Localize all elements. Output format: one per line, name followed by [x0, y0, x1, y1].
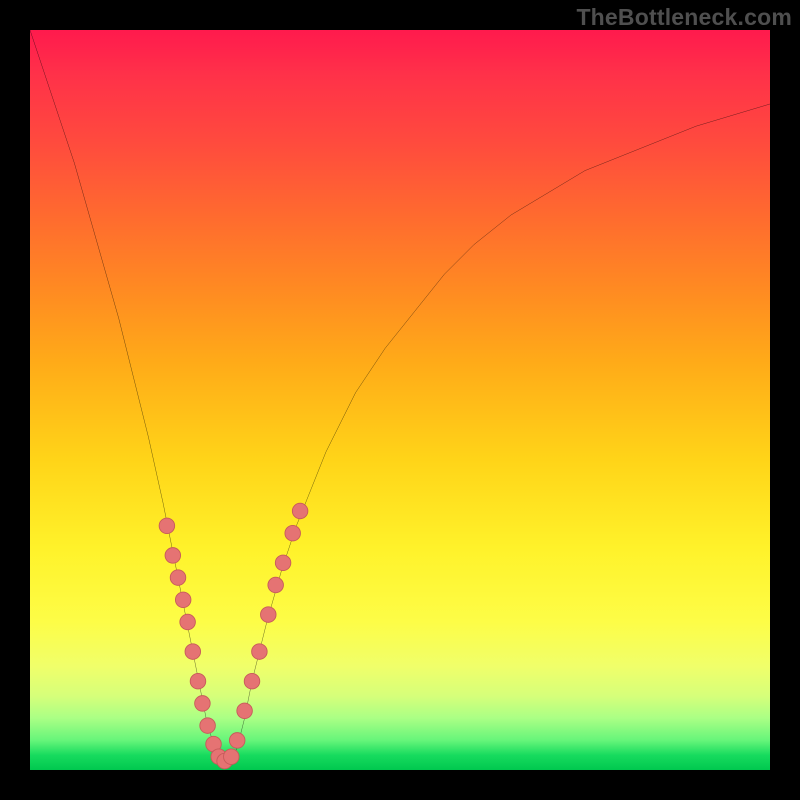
sample-dot: [170, 570, 186, 586]
sample-dot: [268, 577, 284, 593]
sample-dot: [200, 718, 216, 734]
sample-dot: [224, 749, 240, 765]
sample-dot: [244, 673, 260, 689]
sample-dot: [292, 503, 308, 519]
sample-dot: [180, 614, 196, 630]
sample-dot: [190, 673, 206, 689]
sample-dot: [165, 548, 181, 564]
sample-dot: [252, 644, 268, 660]
plot-area: [30, 30, 770, 770]
sample-dot: [275, 555, 291, 571]
sample-dot: [159, 518, 175, 534]
sample-dot: [185, 644, 201, 660]
sample-dot: [195, 696, 211, 712]
sample-dot: [237, 703, 253, 719]
sample-dot: [285, 525, 301, 541]
sample-dots-group: [159, 503, 308, 769]
sample-dot: [175, 592, 191, 608]
watermark-text: TheBottleneck.com: [576, 4, 792, 31]
chart-frame: TheBottleneck.com: [0, 0, 800, 800]
chart-svg: [30, 30, 770, 770]
bottleneck-curve: [30, 30, 770, 763]
sample-dot: [229, 733, 245, 749]
sample-dot: [261, 607, 277, 623]
